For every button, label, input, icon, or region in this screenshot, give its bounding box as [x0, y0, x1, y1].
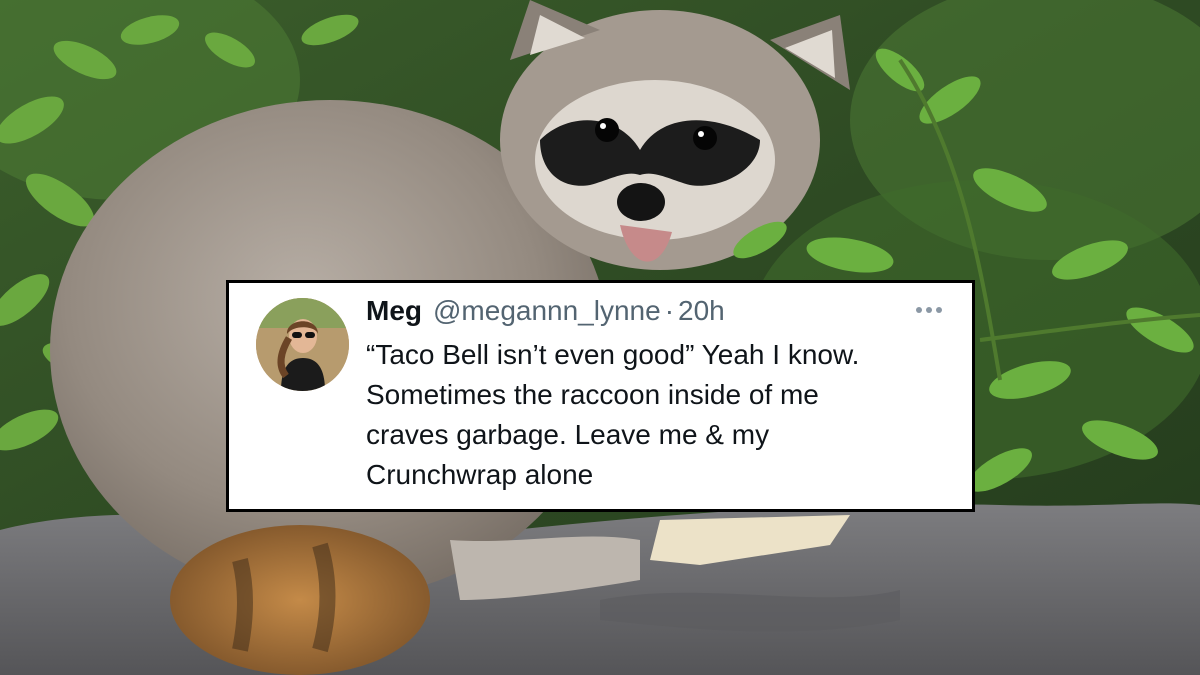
- more-dot: [936, 307, 942, 313]
- more-dot: [926, 307, 932, 313]
- tweet-text-line: Sometimes the raccoon inside of me: [366, 379, 819, 410]
- post-time[interactable]: 20h: [678, 295, 725, 327]
- author-handle[interactable]: @megannn_lynne: [433, 295, 661, 327]
- tweet-card[interactable]: Meg @megannn_lynne · 20h “Taco Bell isn’…: [226, 280, 975, 512]
- tweet-text-line: Crunchwrap alone: [366, 459, 594, 490]
- profile-photo-icon: [256, 298, 349, 391]
- header-separator: ·: [664, 295, 675, 326]
- avatar[interactable]: [256, 298, 349, 391]
- more-dot: [916, 307, 922, 313]
- tweet-text: “Taco Bell isn’t even good” Yeah I know.…: [366, 335, 966, 495]
- author-name[interactable]: Meg: [366, 295, 422, 327]
- more-horizontal-icon[interactable]: [916, 305, 946, 315]
- tweet-header: Meg @megannn_lynne · 20h: [366, 291, 725, 331]
- tweet-text-line: “Taco Bell isn’t even good” Yeah I know.: [366, 339, 860, 370]
- tweet-text-line: craves garbage. Leave me & my: [366, 419, 770, 450]
